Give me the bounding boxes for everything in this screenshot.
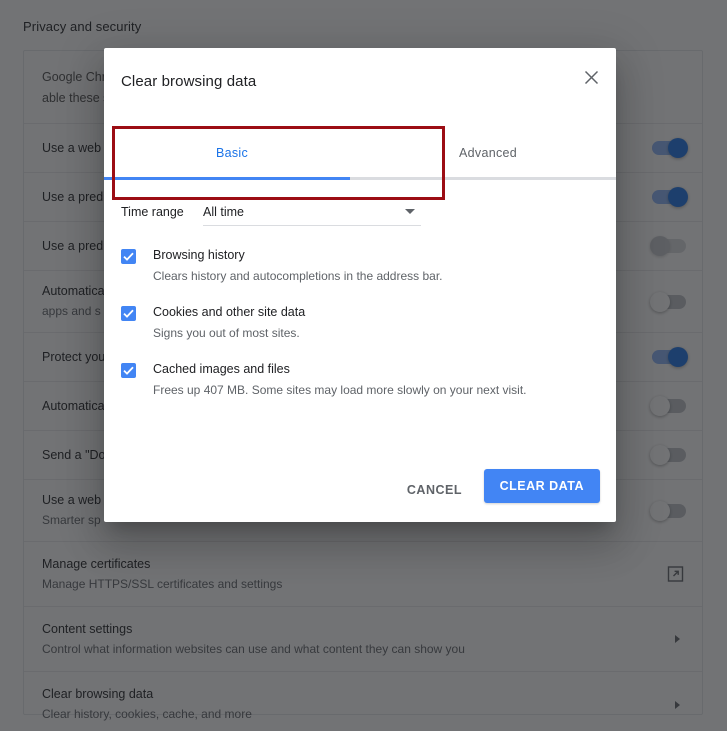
dialog-tabs: Basic Advanced — [104, 146, 616, 174]
checkbox-cached-images[interactable] — [121, 363, 136, 378]
option-title: Cookies and other site data — [153, 305, 306, 319]
time-range-value: All time — [203, 204, 244, 219]
tab-advanced[interactable]: Advanced — [360, 146, 616, 174]
clear-browsing-data-dialog: Clear browsing data Basic Advanced Time … — [104, 48, 616, 522]
time-range-select[interactable]: All time — [203, 198, 421, 226]
time-range-row: Time range All time — [121, 196, 421, 228]
option-title: Browsing history — [153, 248, 245, 262]
tab-basic[interactable]: Basic — [104, 146, 360, 174]
option-browsing-history[interactable]: Browsing history Clears history and auto… — [121, 246, 586, 285]
close-icon[interactable] — [575, 61, 607, 93]
option-text: Cached images and files Frees up 407 MB.… — [153, 360, 526, 399]
time-range-label: Time range — [121, 205, 184, 219]
option-sub: Signs you out of most sites. — [153, 326, 300, 340]
option-sub: Frees up 407 MB. Some sites may load mor… — [153, 383, 527, 397]
option-sub: Clears history and autocompletions in th… — [153, 269, 443, 283]
option-cookies[interactable]: Cookies and other site data Signs you ou… — [121, 303, 586, 342]
cancel-button[interactable]: CANCEL — [399, 475, 470, 505]
checkbox-browsing-history[interactable] — [121, 249, 136, 264]
option-cached-images[interactable]: Cached images and files Frees up 407 MB.… — [121, 360, 586, 399]
progress-bar-fill — [104, 177, 350, 180]
clear-data-button[interactable]: CLEAR DATA — [483, 469, 600, 503]
progress-bar-track — [104, 177, 616, 180]
option-text: Browsing history Clears history and auto… — [153, 246, 443, 285]
option-title: Cached images and files — [153, 362, 290, 376]
option-text: Cookies and other site data Signs you ou… — [153, 303, 305, 342]
chevron-down-icon — [405, 209, 415, 214]
checkbox-cookies[interactable] — [121, 306, 136, 321]
dialog-title: Clear browsing data — [121, 73, 257, 90]
